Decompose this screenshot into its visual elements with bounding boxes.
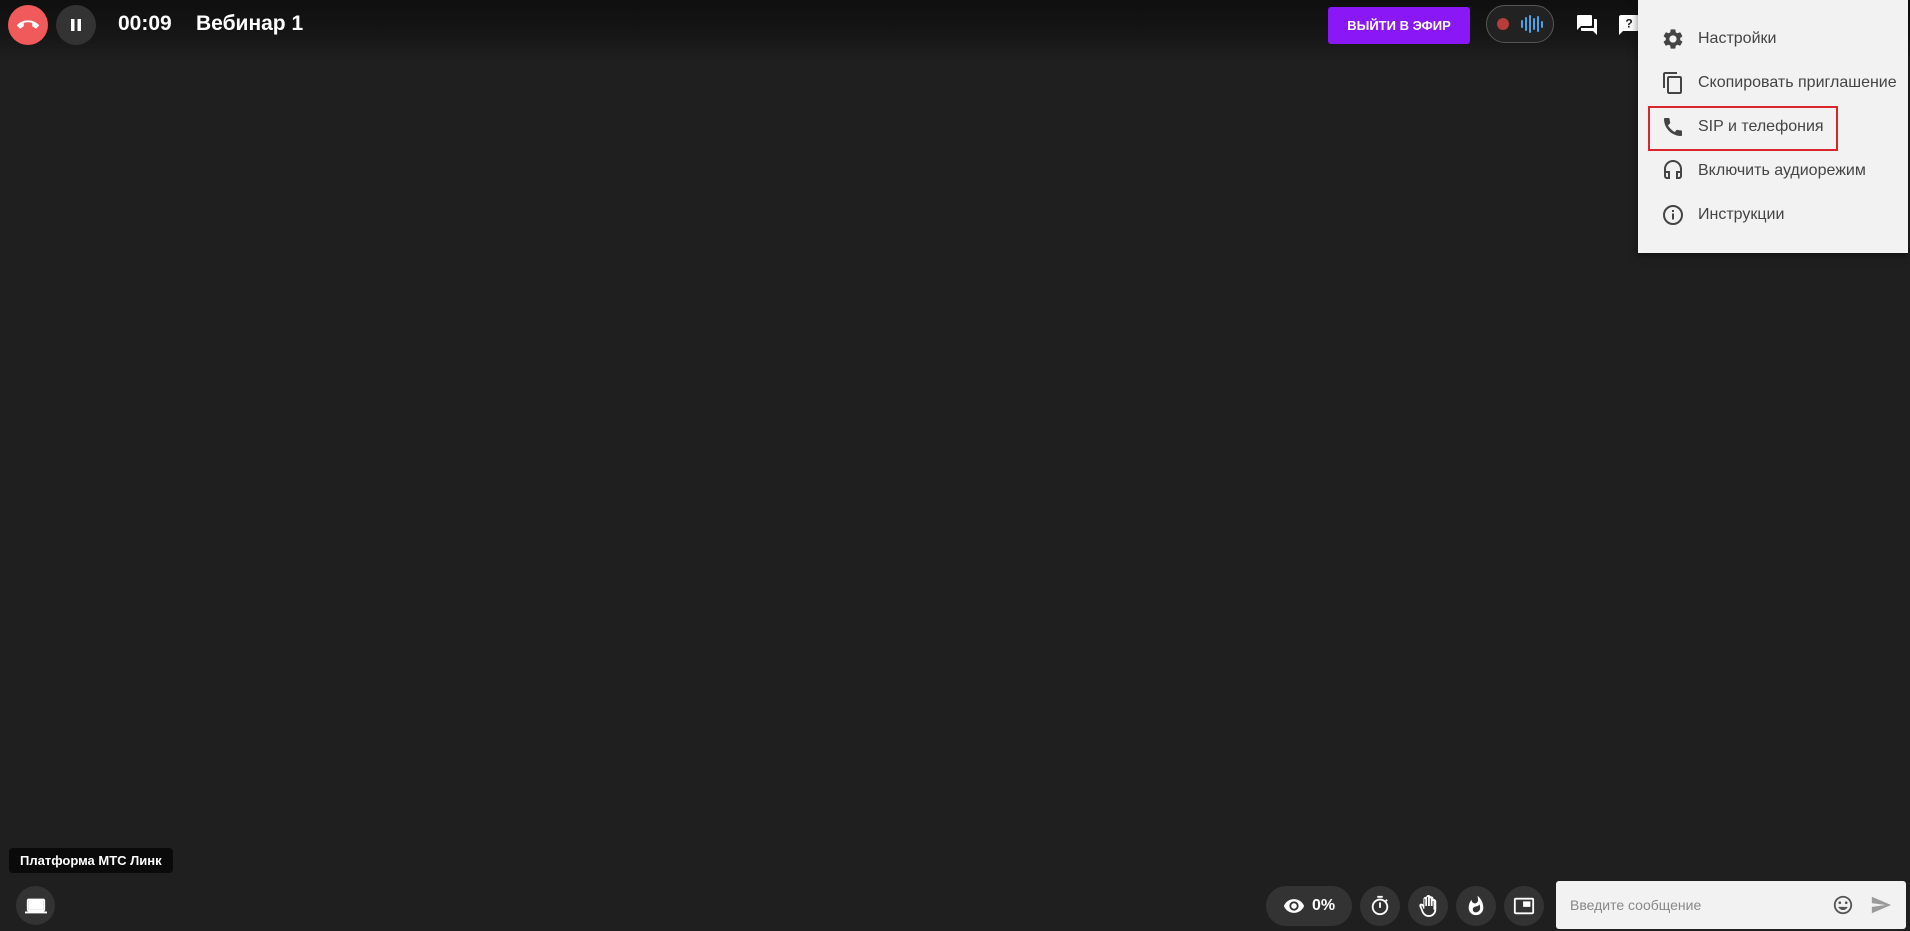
headset-icon [1660, 158, 1686, 184]
copy-icon [1660, 70, 1686, 96]
menu-item-settings[interactable]: Настройки [1638, 17, 1908, 61]
timer-button[interactable] [1360, 886, 1400, 926]
raise-hand-button[interactable] [1408, 886, 1448, 926]
record-toggle[interactable] [1486, 5, 1554, 43]
menu-item-sip-telephony[interactable]: SIP и телефония [1638, 105, 1908, 149]
stopwatch-icon [1371, 895, 1389, 916]
screen-share-button[interactable] [16, 886, 55, 925]
settings-dropdown-menu: Настройки Скопировать приглашение SIP и … [1638, 0, 1908, 253]
chat-toggle-button[interactable] [1572, 10, 1602, 40]
flame-icon [1468, 895, 1484, 916]
svg-text:?: ? [1625, 17, 1632, 31]
reactions-button[interactable] [1456, 886, 1496, 926]
menu-item-label: Инструкции [1698, 206, 1785, 223]
menu-item-label: SIP и телефония [1698, 118, 1824, 135]
menu-item-label: Скопировать приглашение [1698, 74, 1897, 91]
platform-brand-label: Платформа МТС Линк [9, 848, 173, 873]
pause-button[interactable] [56, 5, 96, 45]
viewers-percent: 0% [1311, 897, 1336, 914]
hand-icon [1419, 895, 1437, 917]
audio-wave-icon [1521, 15, 1543, 33]
menu-item-copy-invitation[interactable]: Скопировать приглашение [1638, 61, 1908, 105]
picture-in-picture-button[interactable] [1504, 886, 1544, 926]
pip-icon [1513, 897, 1535, 915]
gear-icon [1660, 26, 1686, 52]
viewers-indicator[interactable]: 0% [1266, 886, 1352, 926]
menu-item-label: Настройки [1698, 30, 1777, 47]
chat-icon [1577, 15, 1597, 35]
send-icon[interactable] [1868, 892, 1894, 918]
pause-icon [71, 19, 81, 31]
phone-icon [1660, 114, 1686, 140]
webinar-title: Вебинар 1 [196, 12, 304, 35]
hangup-button[interactable] [8, 5, 48, 45]
menu-item-instructions[interactable]: Инструкции [1638, 193, 1908, 237]
info-icon [1660, 202, 1686, 228]
record-icon [1497, 18, 1509, 30]
menu-item-audio-mode[interactable]: Включить аудиорежим [1638, 149, 1908, 193]
eye-icon [1283, 899, 1305, 913]
chat-message-box [1556, 881, 1906, 929]
monitor-icon [24, 898, 47, 913]
menu-item-label: Включить аудиорежим [1698, 162, 1866, 179]
webinar-timer: 00:09 [118, 12, 172, 35]
chat-message-input[interactable] [1568, 896, 1830, 914]
hangup-icon [17, 20, 39, 29]
go-on-air-button[interactable]: ВЫЙТИ В ЭФИР [1328, 7, 1470, 44]
emoji-icon[interactable] [1830, 892, 1856, 918]
